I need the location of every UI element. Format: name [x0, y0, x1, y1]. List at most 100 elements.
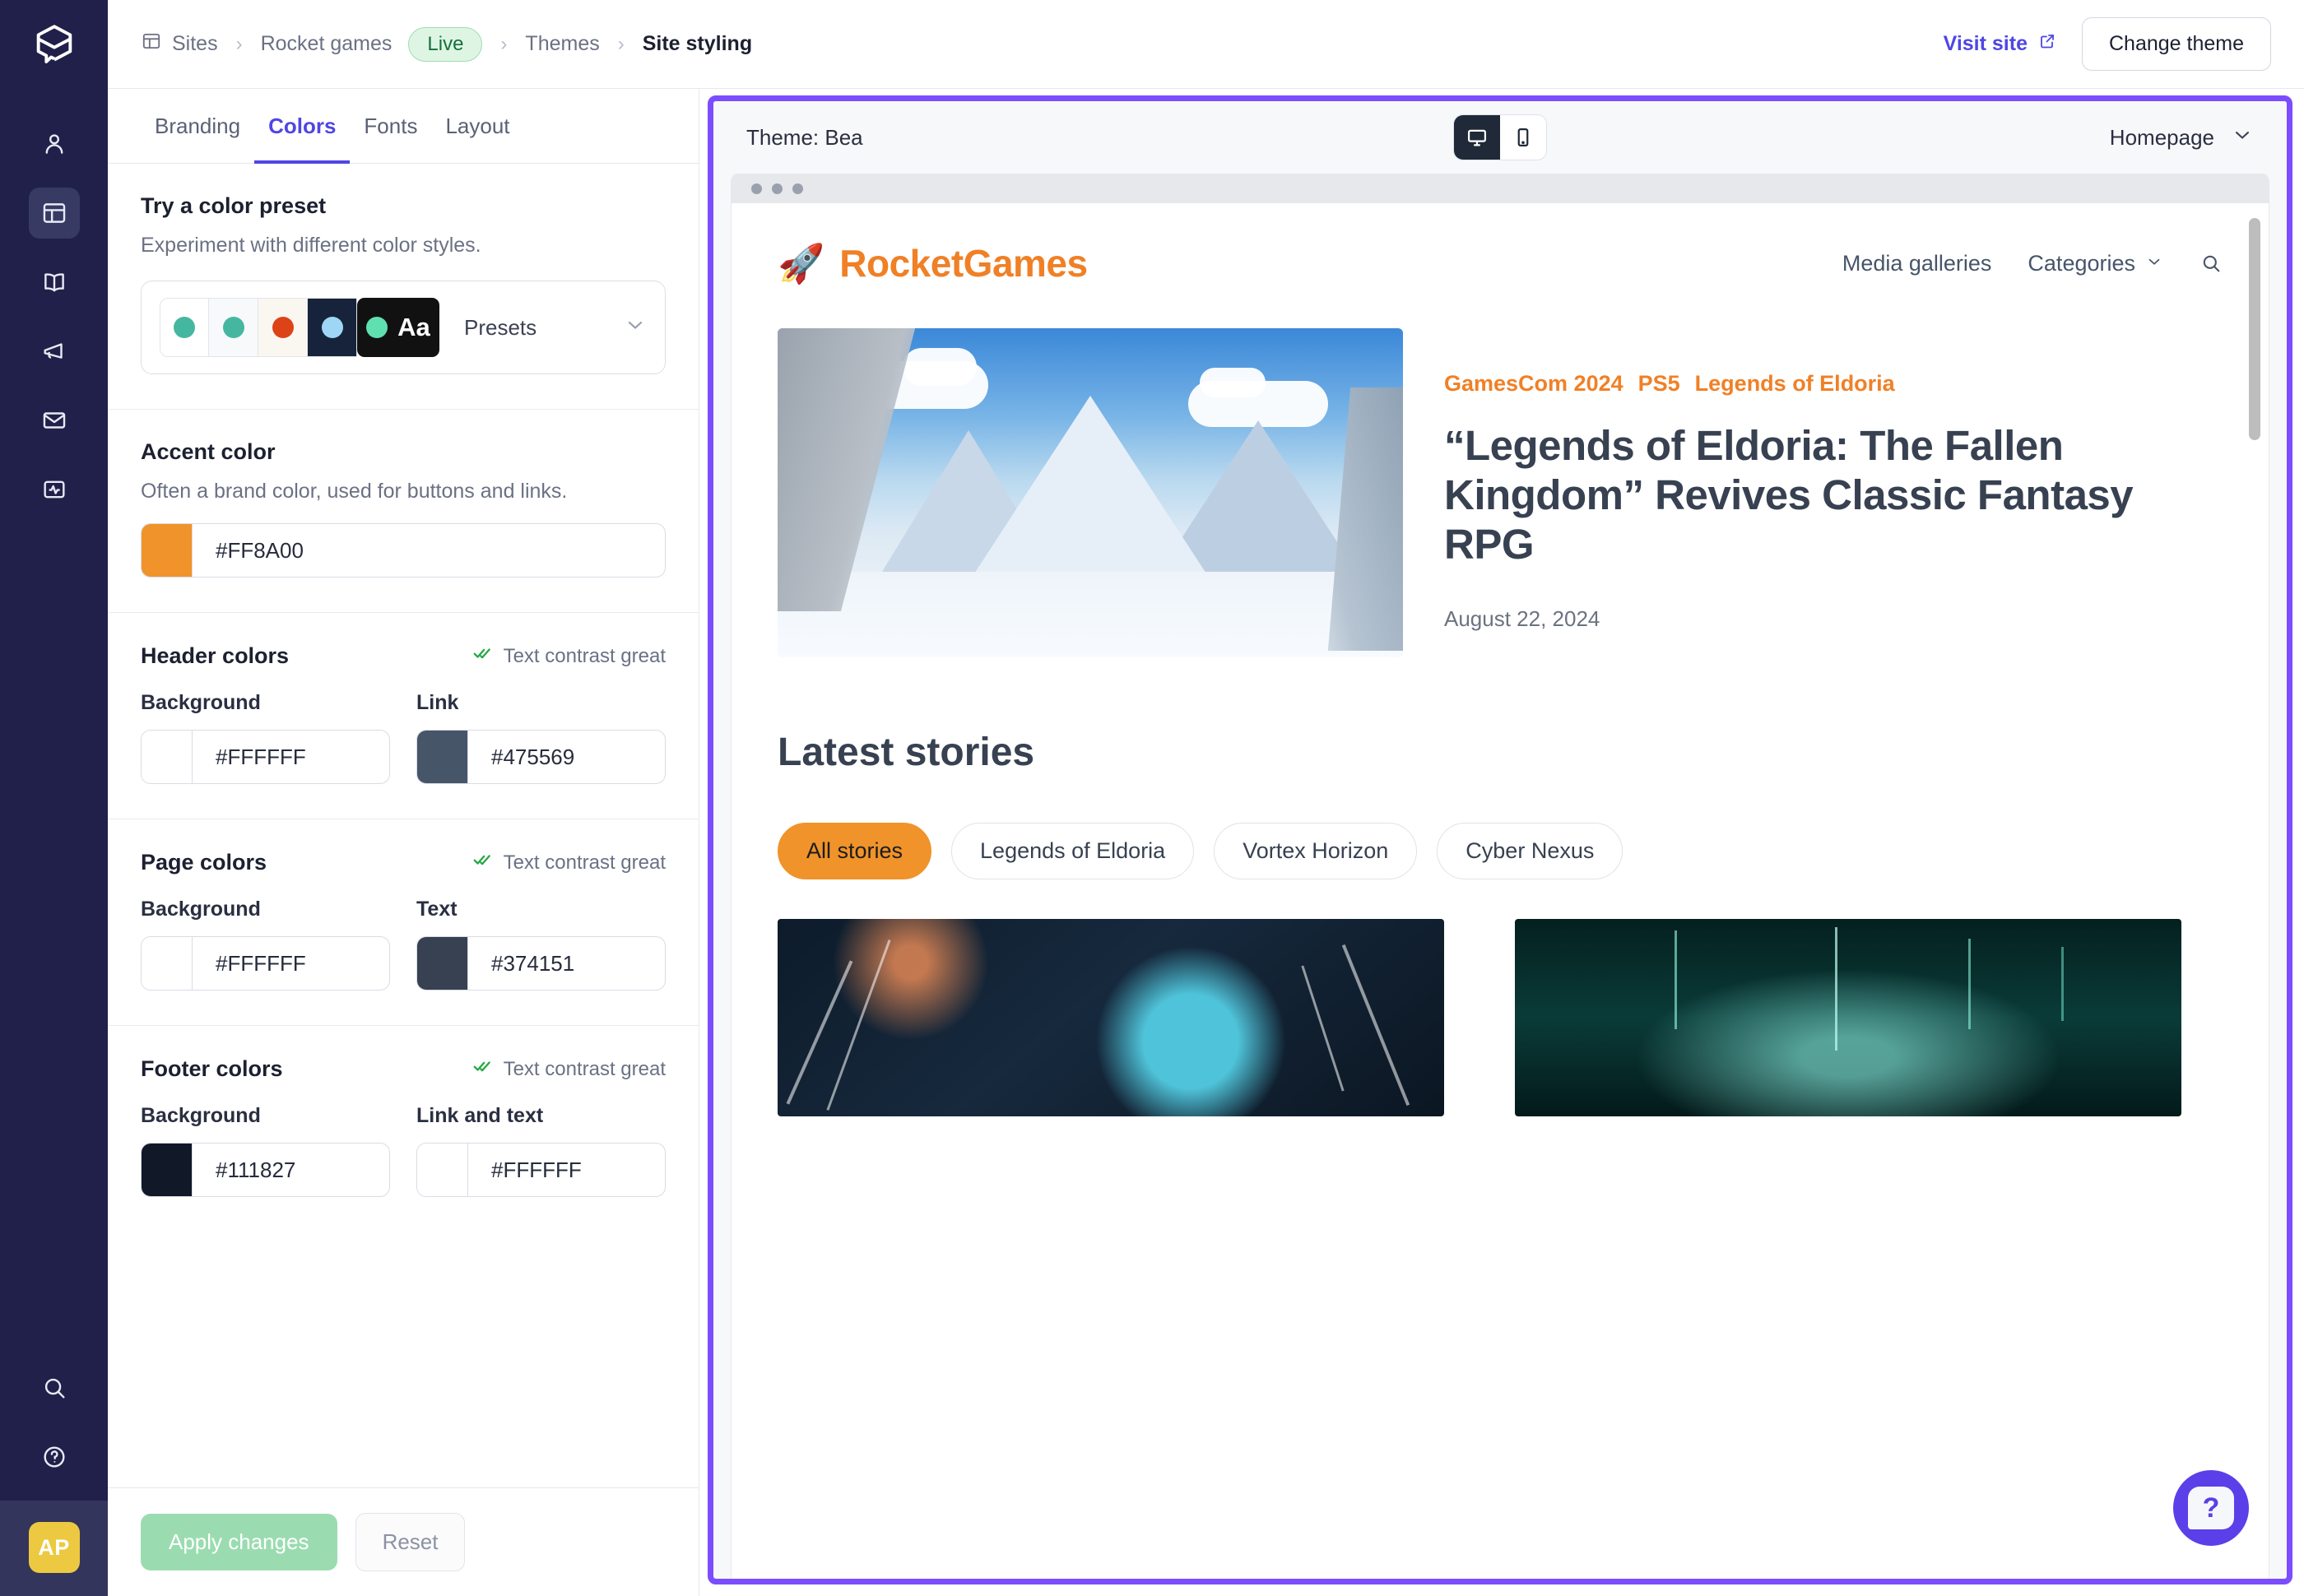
question-circle-icon[interactable]: [29, 1431, 80, 1482]
chip-vortex-horizon[interactable]: Vortex Horizon: [1214, 823, 1418, 879]
site-search-icon[interactable]: [2199, 252, 2223, 275]
reset-button[interactable]: Reset: [355, 1513, 466, 1571]
visit-site-link[interactable]: Visit site: [1944, 31, 2057, 57]
section-footer-colors: Footer colors Text contrast great Backgr…: [108, 1026, 699, 1232]
browser-dot: [792, 183, 803, 194]
panel-footer: Apply changes Reset: [108, 1487, 699, 1596]
header-colors-title: Header colors: [141, 643, 290, 668]
sidebar-item-analytics[interactable]: [29, 464, 80, 515]
panel-scroll-area[interactable]: Try a color preset Experiment with diffe…: [108, 164, 699, 1487]
footer-background-label: Background: [141, 1104, 261, 1127]
device-mobile-button[interactable]: [1500, 115, 1546, 160]
preset-swatch-4[interactable]: [308, 298, 357, 357]
rail-bottom-group: AP: [0, 1362, 108, 1596]
site-nav-media-galleries[interactable]: Media galleries: [1842, 251, 1992, 276]
hero-section: GamesCom 2024 PS5 Legends of Eldoria “Lege…: [732, 285, 2269, 657]
preset-picker[interactable]: Aa Presets: [141, 281, 666, 374]
footer-background-chip[interactable]: [142, 1144, 193, 1196]
breadcrumb-item-sites[interactable]: Sites: [141, 30, 218, 58]
sidebar-item-emails[interactable]: [29, 395, 80, 446]
footer-link-value[interactable]: #FFFFFF: [468, 1144, 665, 1196]
theme-name-label: Theme: Bea: [746, 124, 863, 150]
breadcrumb-item-site[interactable]: Rocket games: [261, 32, 393, 56]
header-link-field[interactable]: #475569: [416, 730, 666, 784]
preset-swatch-3[interactable]: [258, 298, 308, 357]
page-background-field[interactable]: #FFFFFF: [141, 936, 390, 991]
header-background-field[interactable]: #FFFFFF: [141, 730, 390, 784]
page-background-field-wrap: Background #FFFFFF: [141, 876, 390, 991]
accent-color-value[interactable]: #FF8A00: [193, 524, 665, 577]
hero-tag[interactable]: GamesCom 2024: [1444, 371, 1623, 396]
header-background-chip[interactable]: [142, 731, 193, 783]
footer-background-field[interactable]: #111827: [141, 1143, 390, 1197]
breadcrumb-label-site: Rocket games: [260, 32, 393, 55]
hero-headline[interactable]: “Legends of Eldoria: The Fallen Kingdom”…: [1444, 421, 2223, 570]
rail-icon-list: [28, 118, 80, 515]
preset-title: Try a color preset: [141, 193, 327, 218]
page-text-chip[interactable]: [417, 937, 468, 990]
page-text-value[interactable]: #374151: [468, 937, 665, 990]
tab-colors[interactable]: Colors: [254, 89, 351, 164]
footer-background-field-wrap: Background #111827: [141, 1083, 390, 1197]
browser-dot: [751, 183, 762, 194]
header-background-label: Background: [141, 691, 261, 714]
browser-chrome: [732, 174, 2269, 203]
story-card-image-1[interactable]: [778, 919, 1444, 1116]
footer-contrast-label: Text contrast great: [503, 1057, 666, 1080]
chip-legends-of-eldoria[interactable]: Legends of Eldoria: [951, 823, 1195, 879]
site-preview-content[interactable]: 🚀 RocketGames Media galleries Categories: [732, 203, 2269, 1579]
footer-background-value[interactable]: #111827: [193, 1144, 389, 1196]
sidebar-item-stories[interactable]: [29, 257, 80, 308]
chip-cyber-nexus[interactable]: Cyber Nexus: [1437, 823, 1623, 879]
swatch-dot: [272, 317, 294, 338]
story-filter-chips: All stories Legends of Eldoria Vortex Ho…: [778, 823, 2223, 879]
header-link-value[interactable]: #475569: [468, 731, 665, 783]
hero-tags: GamesCom 2024 PS5 Legends of Eldoria: [1444, 371, 2223, 397]
preset-swatch-5[interactable]: Aa: [357, 298, 439, 357]
page-background-chip[interactable]: [142, 937, 193, 990]
swatch-dot: [222, 317, 244, 338]
tab-layout[interactable]: Layout: [431, 89, 523, 164]
status-badge-live: Live: [408, 26, 483, 62]
page-text-field[interactable]: #374151: [416, 936, 666, 991]
section-header-colors: Header colors Text contrast great Backgr…: [108, 613, 699, 819]
hero-tag[interactable]: PS5: [1638, 371, 1680, 396]
page-background-value[interactable]: #FFFFFF: [193, 937, 389, 990]
preview-scrollbar[interactable]: [2249, 218, 2260, 440]
sidebar-item-contacts[interactable]: [29, 118, 80, 169]
section-color-preset: Try a color preset Experiment with diffe…: [108, 164, 699, 410]
header-background-value[interactable]: #FFFFFF: [193, 731, 389, 783]
accent-color-field[interactable]: #FF8A00: [141, 523, 666, 578]
header-colors-fields: Background #FFFFFF Link #475569: [141, 670, 666, 784]
header-link-chip[interactable]: [417, 731, 468, 783]
tab-branding[interactable]: Branding: [141, 89, 254, 164]
change-theme-button[interactable]: Change theme: [2081, 17, 2271, 71]
sidebar-item-campaigns[interactable]: [29, 326, 80, 377]
breadcrumb-item-themes[interactable]: Themes: [525, 32, 599, 56]
accent-color-chip[interactable]: [142, 524, 193, 577]
preset-swatch-2[interactable]: [209, 298, 258, 357]
preset-swatch-1[interactable]: [160, 298, 209, 357]
apply-changes-button[interactable]: Apply changes: [141, 1514, 337, 1570]
tab-fonts[interactable]: Fonts: [350, 89, 431, 164]
page-selector[interactable]: Homepage: [2110, 123, 2254, 152]
chip-all-stories[interactable]: All stories: [778, 823, 932, 879]
presets-dropdown[interactable]: Presets: [464, 313, 647, 342]
site-header: 🚀 RocketGames Media galleries Categories: [732, 203, 2269, 285]
footer-link-chip[interactable]: [417, 1144, 468, 1196]
avatar[interactable]: AP: [28, 1522, 80, 1573]
site-nav: Media galleries Categories: [1842, 251, 2223, 276]
story-card-image-2[interactable]: [1515, 919, 2181, 1116]
sidebar-item-sites[interactable]: [28, 188, 80, 239]
hero-date: August 22, 2024: [1444, 605, 1600, 631]
site-logo[interactable]: 🚀 RocketGames: [778, 241, 1088, 285]
hero-tag[interactable]: Legends of Eldoria: [1695, 371, 1895, 396]
footer-link-field[interactable]: #FFFFFF: [416, 1143, 666, 1197]
footer-colors-fields: Background #111827 Link and text #FFFFFF: [141, 1083, 666, 1197]
site-nav-categories[interactable]: Categories: [2028, 251, 2163, 276]
help-fab-button[interactable]: ?: [2173, 1470, 2249, 1546]
prezly-cube-logo-icon[interactable]: [28, 18, 81, 71]
search-icon[interactable]: [29, 1362, 80, 1413]
device-desktop-button[interactable]: [1454, 115, 1500, 160]
question-mark-bubble-icon: ?: [2188, 1487, 2234, 1529]
